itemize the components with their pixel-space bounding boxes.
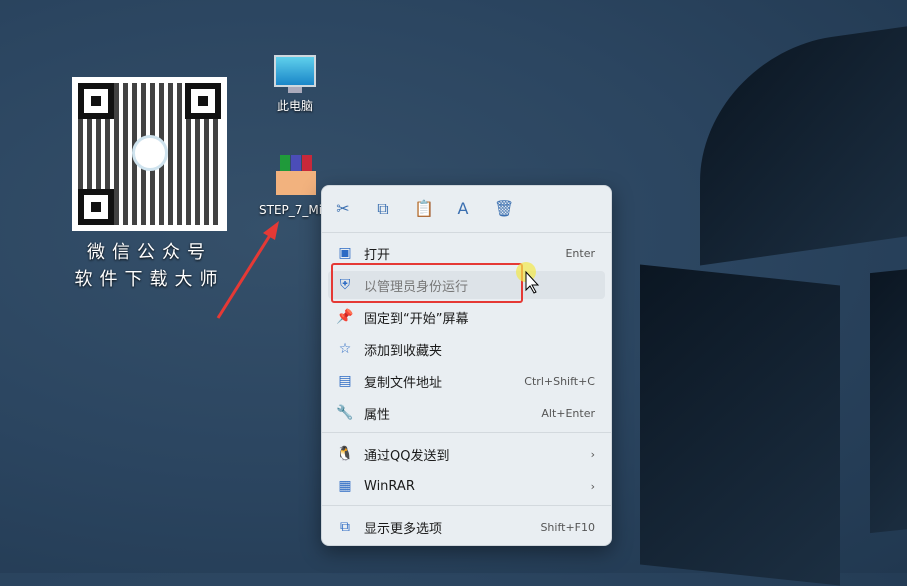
paste-button[interactable]: 📋 <box>414 198 434 220</box>
winrar-icon: ▦ <box>338 478 352 494</box>
menu-item-label: 打开 <box>364 247 391 263</box>
menu-item-label: 固定到“开始”屏幕 <box>364 311 469 327</box>
qq-icon: 🐧 <box>336 446 354 462</box>
menu-item-label: WinRAR <box>364 478 415 494</box>
menu-item[interactable]: ▤ 复制文件地址 Ctrl+Shift+C <box>328 367 605 395</box>
pin-icon: 📌 <box>336 309 354 325</box>
delete-icon: 🗑 <box>494 199 515 218</box>
highlight-box <box>331 263 523 303</box>
rename-button[interactable]: A <box>454 198 472 220</box>
menu-item-label: 添加到收藏夹 <box>364 343 443 359</box>
menu-item-shortcut: Enter <box>565 246 595 260</box>
copy-button[interactable]: ⧉ <box>374 198 392 220</box>
star-icon: ☆ <box>338 341 352 357</box>
menu-item-label: 复制文件地址 <box>364 375 443 391</box>
menu-item-label: 属性 <box>364 407 391 423</box>
menu-item[interactable]: 📌 固定到“开始”屏幕 <box>328 303 605 331</box>
menu-item-shortcut: › <box>590 479 595 493</box>
menu-item-shortcut: Shift+F10 <box>540 520 595 534</box>
menu-item[interactable]: ☆ 添加到收藏夹 <box>328 335 605 363</box>
wrench-icon: 🔧 <box>336 405 354 421</box>
menu-item[interactable]: ▦ WinRAR › <box>328 472 605 500</box>
context-menu: ✂ ⧉ 📋 A 🗑 ▣ 打开 Enter ⛨ 以管理员身份运行 📌 固定到“开始”屏幕 ☆ 添加到收藏夹… <box>321 185 612 546</box>
menu-item[interactable]: 🔧 属性 Alt+Enter <box>328 399 605 427</box>
paste-icon: 📋 <box>414 199 434 218</box>
open-icon: ▣ <box>338 245 352 261</box>
rename-icon: A <box>457 199 469 218</box>
menu-item-label: 显示更多选项 <box>364 521 443 537</box>
menu-toolbar: ✂ ⧉ 📋 A 🗑 <box>334 198 515 220</box>
menu-item-shortcut: › <box>590 447 595 461</box>
menu-item-shortcut: Ctrl+Shift+C <box>524 374 595 388</box>
cut-button[interactable]: ✂ <box>334 198 352 220</box>
cut-icon: ✂ <box>336 199 350 218</box>
more-options-icon: ⧉ <box>340 519 350 535</box>
menu-item[interactable]: 🐧 通过QQ发送到 › <box>328 440 605 468</box>
menu-item[interactable]: ⧉ 显示更多选项 Shift+F10 <box>328 513 605 541</box>
menu-item-label: 通过QQ发送到 <box>364 448 450 464</box>
copy-icon: ⧉ <box>377 199 389 218</box>
menu-item-shortcut: Alt+Enter <box>541 406 595 420</box>
delete-button[interactable]: 🗑 <box>494 198 515 220</box>
mouse-cursor <box>516 262 540 294</box>
copy-path-icon: ▤ <box>338 373 352 389</box>
